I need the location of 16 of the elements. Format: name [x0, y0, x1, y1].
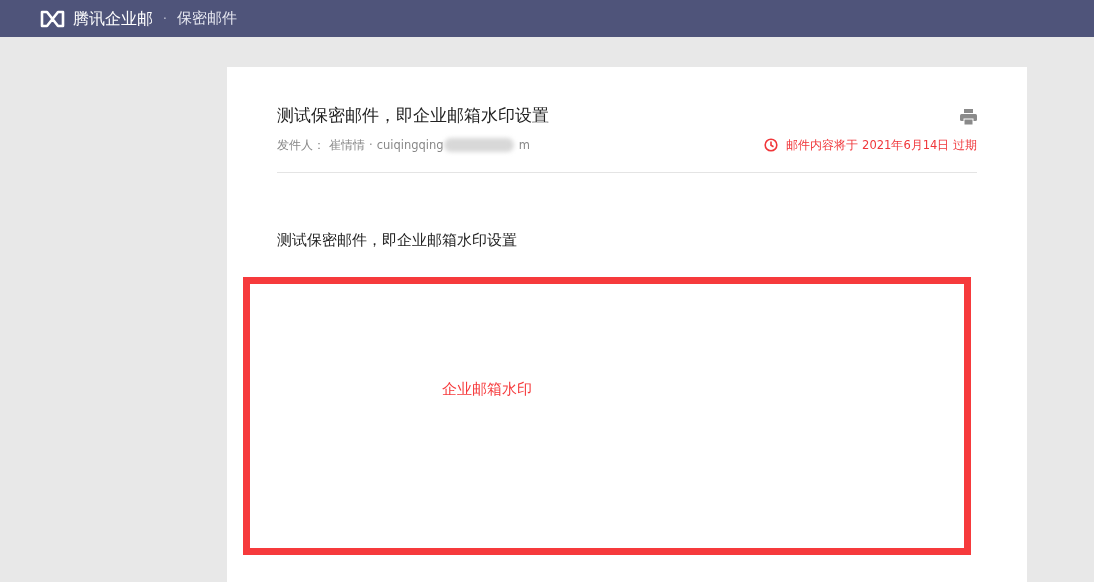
print-icon[interactable] [960, 109, 977, 125]
page-title: 保密邮件 [176, 8, 237, 30]
logo-icon [40, 9, 65, 28]
clock-icon [764, 138, 779, 153]
title-separator: · [163, 10, 167, 28]
mail-body-text: 测试保密邮件，即企业邮箱水印设置 [277, 229, 518, 251]
redaction-blur [443, 138, 514, 153]
annotation-label: 企业邮箱水印 [442, 380, 532, 399]
product-name: 腾讯企业邮 [73, 7, 153, 30]
sender-email: cuiqingqing [376, 136, 444, 154]
expiry-notice: 邮件内容将于 2021年6月14日 过期 [786, 136, 977, 154]
sender-name: 崔情情 [329, 136, 365, 154]
sender-email: m [518, 136, 530, 154]
sender-label: 发件人： [277, 136, 325, 154]
sender-separator: · [369, 136, 373, 154]
mail-subject: 测试保密邮件，即企业邮箱水印设置 [277, 104, 549, 127]
